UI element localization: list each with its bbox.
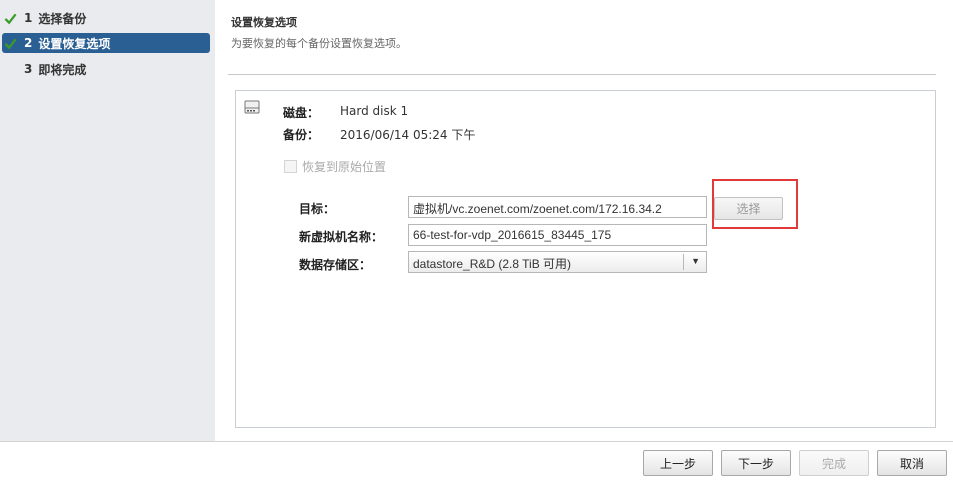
- cancel-button[interactable]: 取消: [877, 450, 947, 476]
- step-ready-to-complete[interactable]: 3 即将完成: [2, 59, 210, 79]
- restore-wizard: 1 选择备份 2 设置恢复选项 3 即将完成 设置恢复选项 为要恢复的每个备份设…: [0, 0, 953, 482]
- finish-button[interactable]: 完成: [799, 450, 869, 476]
- step-label: 设置恢复选项: [38, 36, 111, 51]
- backup-value: 2016/06/14 05:24 下午: [340, 128, 476, 142]
- page-title: 设置恢复选项: [231, 16, 297, 29]
- target-field[interactable]: 虚拟机/vc.zoenet.com/zoenet.com/172.16.34.2: [408, 196, 707, 218]
- backup-label: 备份：: [283, 128, 320, 142]
- dropdown-arrow-icon: ▼: [691, 256, 700, 266]
- annotation-highlight-box: [712, 179, 798, 229]
- datastore-select[interactable]: datastore_R&D (2.8 TiB 可用) ▼: [408, 251, 707, 273]
- checkmark-icon: [2, 35, 18, 51]
- step-select-backup[interactable]: 1 选择备份: [2, 8, 210, 28]
- header-divider: [228, 74, 936, 75]
- restore-original-location-option: 恢复到原始位置: [284, 158, 386, 175]
- vm-name-input[interactable]: 66-test-for-vdp_2016615_83445_175: [408, 224, 707, 246]
- step-label: 即将完成: [38, 62, 87, 77]
- target-label: 目标：: [299, 202, 336, 216]
- step-number: 2: [24, 36, 33, 50]
- step-restore-options[interactable]: 2 设置恢复选项: [2, 33, 210, 53]
- select-divider: [683, 254, 684, 270]
- next-button[interactable]: 下一步: [721, 450, 791, 476]
- checkmark-icon: [2, 10, 18, 26]
- disk-label: 磁盘：: [283, 106, 320, 120]
- footer-divider: [0, 441, 953, 442]
- hard-disk-icon: [244, 100, 260, 114]
- restore-original-label: 恢复到原始位置: [302, 160, 387, 174]
- datastore-selected-value: datastore_R&D (2.8 TiB 可用): [413, 257, 572, 271]
- restore-original-checkbox[interactable]: [284, 160, 297, 173]
- step-number: 3: [24, 62, 33, 76]
- back-button[interactable]: 上一步: [643, 450, 713, 476]
- page-subtitle: 为要恢复的每个备份设置恢复选项。: [231, 37, 407, 50]
- step-number: 1: [24, 11, 33, 25]
- disk-value: Hard disk 1: [340, 104, 409, 118]
- vm-name-label: 新虚拟机名称：: [299, 230, 384, 244]
- datastore-label: 数据存储区：: [299, 258, 372, 272]
- step-label: 选择备份: [38, 11, 87, 26]
- wizard-steps-sidebar: 1 选择备份 2 设置恢复选项 3 即将完成: [0, 0, 215, 441]
- restore-options-panel: 磁盘： Hard disk 1 备份： 2016/06/14 05:24 下午 …: [235, 90, 936, 428]
